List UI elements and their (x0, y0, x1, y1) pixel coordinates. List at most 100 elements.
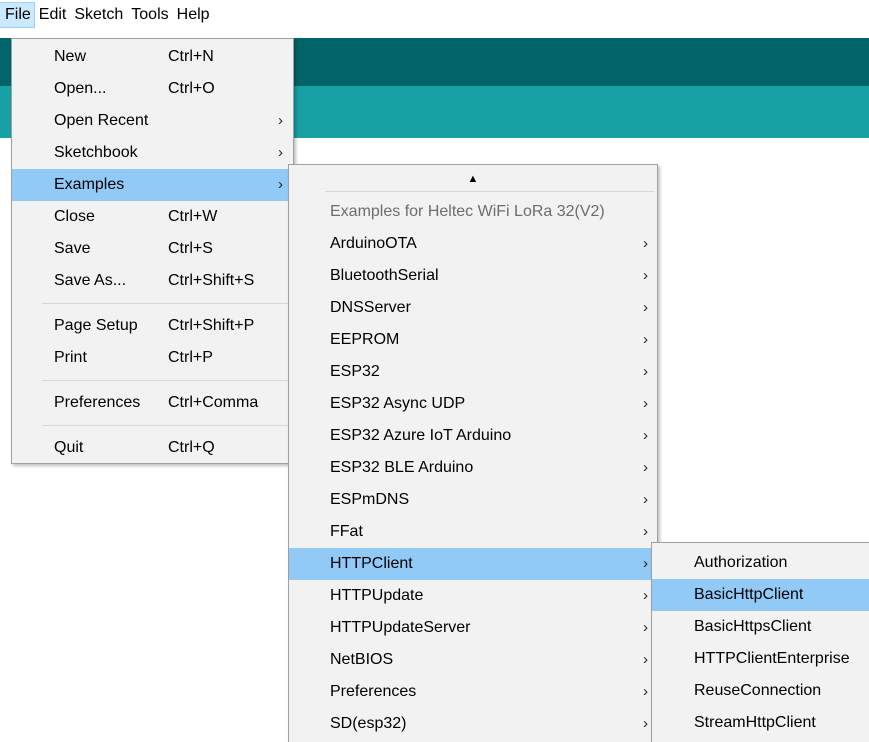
menu-item-label: NetBIOS (330, 651, 394, 668)
file-menu-open[interactable]: Open... Ctrl+O (12, 73, 293, 105)
chevron-right-icon: › (278, 144, 283, 161)
menu-item-label: Save As... (54, 272, 127, 289)
chevron-right-icon: › (643, 587, 648, 604)
examples-item-dnsserver[interactable]: DNSServer › (289, 292, 657, 324)
chevron-right-icon: › (643, 523, 648, 540)
chevron-right-icon: › (278, 176, 283, 193)
chevron-right-icon: › (643, 395, 648, 412)
menu-item-label: ESP32 BLE Arduino (330, 459, 474, 476)
file-menu-close[interactable]: Close Ctrl+W (12, 201, 293, 233)
examples-item-httpclient[interactable]: HTTPClient › (289, 548, 657, 580)
httpclient-item-streamhttpclient[interactable]: StreamHttpClient (652, 707, 869, 739)
menu-tools[interactable]: Tools (126, 3, 171, 27)
menu-item-label: EEPROM (330, 331, 400, 348)
file-menu-examples[interactable]: Examples › (12, 169, 293, 201)
menu-item-shortcut: Ctrl+Shift+P (168, 317, 255, 334)
menu-item-label: Close (54, 208, 95, 225)
examples-item-arduinoota[interactable]: ArduinoOTA › (289, 228, 657, 260)
menu-separator (42, 380, 291, 381)
file-menu-new[interactable]: New Ctrl+N (12, 41, 293, 73)
examples-item-ffat[interactable]: FFat › (289, 516, 657, 548)
examples-item-eeprom[interactable]: EEPROM › (289, 324, 657, 356)
menu-item-label: Preferences (330, 683, 417, 700)
file-menu-preferences[interactable]: Preferences Ctrl+Comma (12, 387, 293, 419)
httpclient-item-authorization[interactable]: Authorization (652, 547, 869, 579)
menu-edit[interactable]: Edit (34, 3, 70, 27)
examples-item-netbios[interactable]: NetBIOS › (289, 644, 657, 676)
httpclient-item-basichttpsclient[interactable]: BasicHttpsClient (652, 611, 869, 643)
menu-item-shortcut: Ctrl+Shift+S (168, 272, 255, 289)
examples-item-bluetoothserial[interactable]: BluetoothSerial › (289, 260, 657, 292)
menu-item-shortcut: Ctrl+W (168, 208, 218, 225)
menu-help[interactable]: Help (172, 3, 213, 27)
menu-item-label: Save (54, 240, 91, 257)
chevron-right-icon: › (643, 619, 648, 636)
examples-item-httpupdate[interactable]: HTTPUpdate › (289, 580, 657, 612)
menu-item-label: BluetoothSerial (330, 267, 439, 284)
chevron-right-icon: › (643, 363, 648, 380)
file-menu-quit[interactable]: Quit Ctrl+Q (12, 432, 293, 464)
menu-item-label: Print (54, 349, 87, 366)
httpclient-item-reuseconnection[interactable]: ReuseConnection (652, 675, 869, 707)
menu-item-label: ESPmDNS (330, 491, 410, 508)
examples-item-httpupdateserver[interactable]: HTTPUpdateServer › (289, 612, 657, 644)
menu-item-shortcut: Ctrl+Q (168, 439, 215, 456)
menu-item-label: FFat (330, 523, 363, 540)
menu-item-label: SD(esp32) (330, 715, 407, 732)
file-menu: New Ctrl+N Open... Ctrl+O Open Recent › … (11, 38, 294, 464)
chevron-right-icon: › (643, 683, 648, 700)
examples-item-preferences[interactable]: Preferences › (289, 676, 657, 708)
chevron-right-icon: › (643, 555, 648, 572)
menu-section-header: Examples for Heltec WiFi LoRa 32(V2) (330, 203, 605, 220)
file-menu-save-as[interactable]: Save As... Ctrl+Shift+S (12, 265, 293, 297)
menu-file[interactable]: File (0, 2, 35, 28)
file-menu-sketchbook[interactable]: Sketchbook › (12, 137, 293, 169)
httpclient-item-httpcliententerprise[interactable]: HTTPClientEnterprise (652, 643, 869, 675)
examples-item-sd-esp32[interactable]: SD(esp32) › (289, 708, 657, 740)
chevron-right-icon: › (643, 427, 648, 444)
menu-item-label: Examples (54, 176, 125, 193)
chevron-right-icon: › (643, 651, 648, 668)
menu-item-label: Quit (54, 439, 84, 456)
menu-item-label: StreamHttpClient (694, 714, 816, 731)
file-menu-print[interactable]: Print Ctrl+P (12, 342, 293, 374)
menu-item-label: ESP32 Azure IoT Arduino (330, 427, 512, 444)
menu-item-label: Open... (54, 80, 107, 97)
httpclient-item-basichttpclient[interactable]: BasicHttpClient (652, 579, 869, 611)
menu-item-label: Sketchbook (54, 144, 138, 161)
chevron-right-icon: › (278, 112, 283, 129)
chevron-right-icon: › (643, 267, 648, 284)
menu-item-label: DNSServer (330, 299, 411, 316)
menu-item-label: New (54, 48, 87, 65)
menu-item-label: Page Setup (54, 317, 138, 334)
chevron-right-icon: › (643, 331, 648, 348)
menu-separator (42, 425, 291, 426)
examples-item-esp32-azure-iot[interactable]: ESP32 Azure IoT Arduino › (289, 420, 657, 452)
menu-item-label: Open Recent (54, 112, 149, 129)
examples-item-esp32-async-udp[interactable]: ESP32 Async UDP › (289, 388, 657, 420)
file-menu-page-setup[interactable]: Page Setup Ctrl+Shift+P (12, 310, 293, 342)
menu-separator (42, 303, 291, 304)
menu-sketch[interactable]: Sketch (69, 3, 126, 27)
menu-item-label: HTTPClientEnterprise (694, 650, 850, 667)
menu-item-label: BasicHttpClient (694, 586, 804, 603)
menu-item-label: Preferences (54, 394, 141, 411)
menu-item-label: HTTPUpdate (330, 587, 424, 604)
menu-item-label: ESP32 (330, 363, 380, 380)
menu-item-label: ESP32 Async UDP (330, 395, 466, 412)
httpclient-menu: Authorization BasicHttpClient BasicHttps… (651, 542, 869, 742)
menu-item-shortcut: Ctrl+O (168, 80, 215, 97)
examples-item-espmdns[interactable]: ESPmDNS › (289, 484, 657, 516)
file-menu-save[interactable]: Save Ctrl+S (12, 233, 293, 265)
examples-item-esp32[interactable]: ESP32 › (289, 356, 657, 388)
menu-item-shortcut: Ctrl+S (168, 240, 213, 257)
menu-item-label: HTTPUpdateServer (330, 619, 471, 636)
menu-bar: File Edit Sketch Tools Help (0, 0, 869, 38)
file-menu-open-recent[interactable]: Open Recent › (12, 105, 293, 137)
menu-item-label: ArduinoOTA (330, 235, 417, 252)
menu-item-label: ReuseConnection (694, 682, 822, 699)
menu-item-shortcut: Ctrl+N (168, 48, 214, 65)
scroll-up-arrow-icon[interactable]: ▲ (289, 167, 657, 191)
examples-item-esp32-ble[interactable]: ESP32 BLE Arduino › (289, 452, 657, 484)
menu-item-shortcut: Ctrl+P (168, 349, 213, 366)
